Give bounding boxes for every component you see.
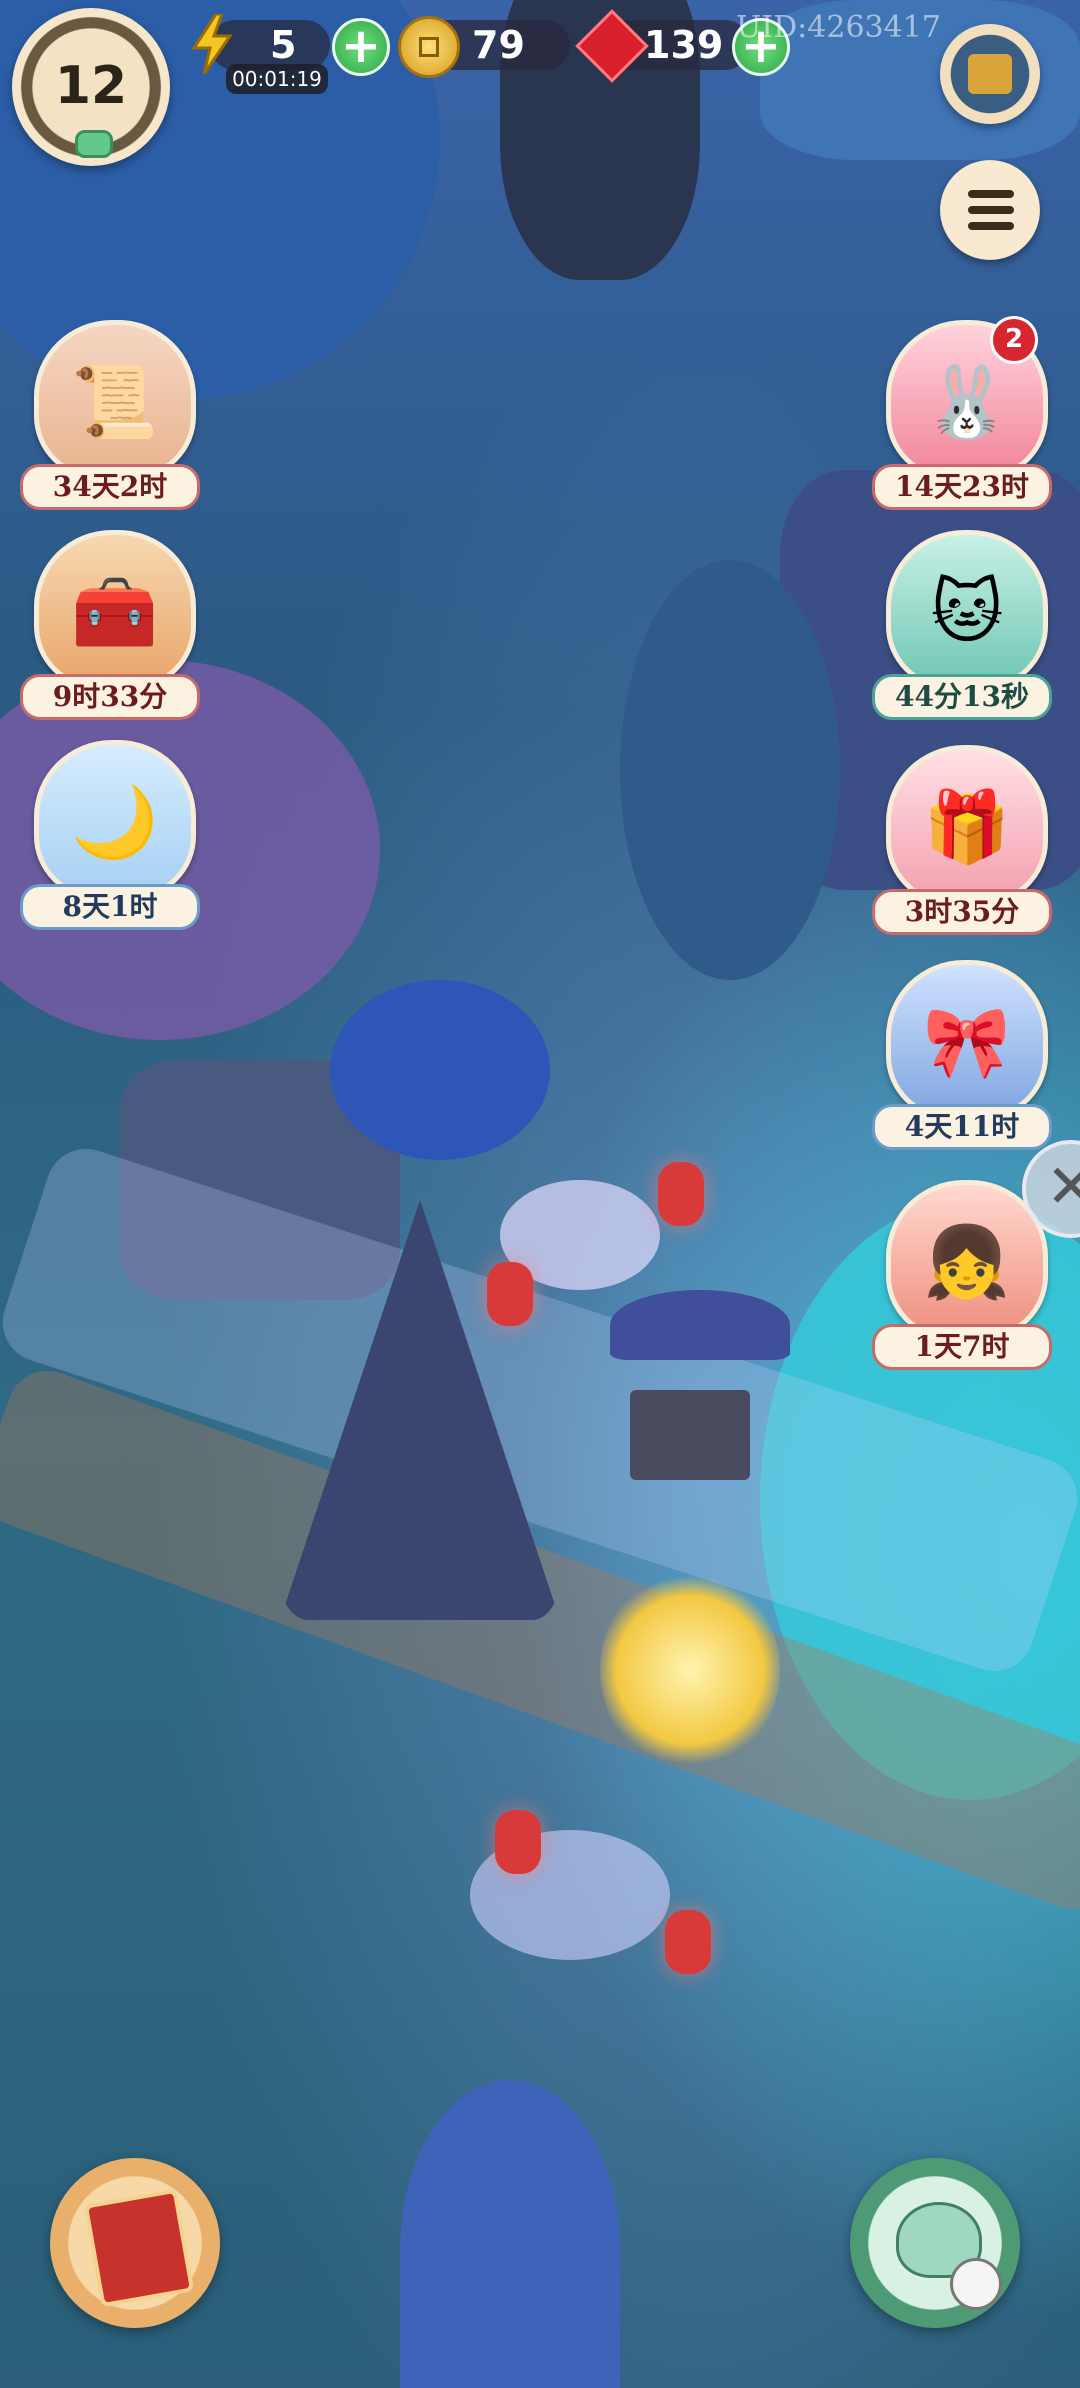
event-cat-coin-cart[interactable]: 🐱 44分13秒 [872,530,1052,720]
gift-box-icon: 🎁 [886,745,1048,905]
add-energy-button[interactable]: + [332,18,390,76]
event-timer: 3时35分 [872,889,1052,935]
crate[interactable] [630,1390,750,1480]
event-timer: 1天7时 [872,1324,1052,1370]
scroll-gift-icon: 📜 [34,320,196,480]
moon-rabbit-icon: 🌙 [34,740,196,900]
event-timer: 14天23时 [872,464,1052,510]
player-level-badge[interactable]: 12 [12,8,170,166]
event-timer: 34天2时 [20,464,200,510]
menu-list-icon[interactable] [940,160,1040,260]
blue-tree [330,980,550,1160]
event-gift-box[interactable]: 🎁 3时35分 [872,745,1052,935]
coin-icon [398,16,460,78]
coin-value: 79 [472,23,525,67]
moon-rabbit-statue[interactable] [600,1570,780,1770]
energy-value: 5 [270,23,297,67]
event-moon-rabbit[interactable]: 🌙 8天1时 [20,740,200,930]
energy-timer: 00:01:19 [226,64,328,94]
event-timer: 8天1时 [20,884,200,930]
treasure-chest-icon: 🧰 [34,530,196,690]
umbrella-stall[interactable] [610,1290,790,1360]
level-gem-icon [75,130,113,158]
event-scroll-gift[interactable]: 📜 34天2时 [20,320,200,510]
player-level: 12 [54,56,128,116]
lantern [495,1810,541,1874]
event-timer: 44分13秒 [872,674,1052,720]
event-character-girl[interactable]: 👧 1天7时 [872,1180,1052,1370]
teapot-icon[interactable] [850,2158,1020,2328]
shop-icon[interactable] [940,24,1040,124]
event-treasure-chest[interactable]: 🧰 9时33分 [20,530,200,720]
lightning-icon [191,14,233,74]
rabbit-chest-icon: 🎀 [886,960,1048,1120]
book-icon[interactable] [50,2158,220,2328]
event-timer: 9时33分 [20,674,200,720]
rock-spire [400,2080,620,2388]
lantern [658,1162,704,1226]
lantern [665,1910,711,1974]
notification-badge: 2 [990,316,1038,364]
event-rabbit[interactable]: 🐰 2 14天23时 [872,316,1052,510]
gem-value: 139 [644,23,724,67]
lantern [487,1262,533,1326]
user-id: UID:4263417 [736,10,941,45]
event-timer: 4天11时 [872,1104,1052,1150]
cat-coin-cart-icon: 🐱 [886,530,1048,690]
event-rabbit-chest[interactable]: 🎀 4天11时 [872,960,1052,1150]
pine-tree [620,560,840,980]
